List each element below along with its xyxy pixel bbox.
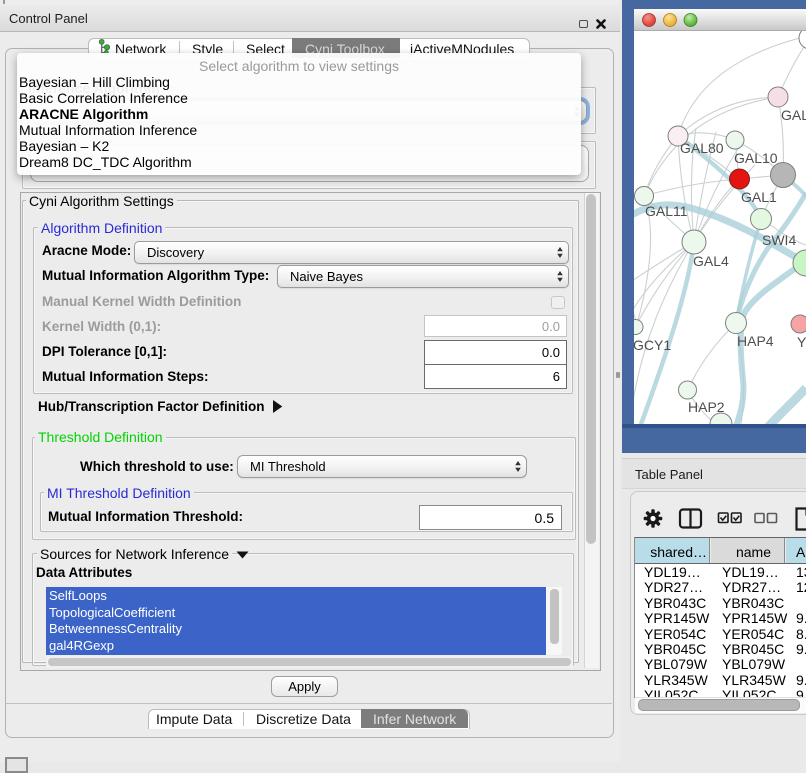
svg-text:HAP2: HAP2 bbox=[688, 399, 725, 415]
svg-text:GAL11: GAL11 bbox=[645, 203, 688, 219]
svg-text:HAP4: HAP4 bbox=[737, 333, 774, 349]
svg-text:SWI4: SWI4 bbox=[762, 232, 796, 248]
svg-text:GAL80: GAL80 bbox=[680, 140, 724, 156]
svg-text:GAL10: GAL10 bbox=[734, 150, 778, 166]
svg-text:GAL1: GAL1 bbox=[741, 189, 777, 205]
svg-text:GCY1: GCY1 bbox=[633, 337, 671, 353]
svg-text:Y: Y bbox=[797, 334, 806, 350]
svg-text:GAL4: GAL4 bbox=[693, 253, 729, 269]
svg-text:GAL2: GAL2 bbox=[781, 107, 806, 123]
